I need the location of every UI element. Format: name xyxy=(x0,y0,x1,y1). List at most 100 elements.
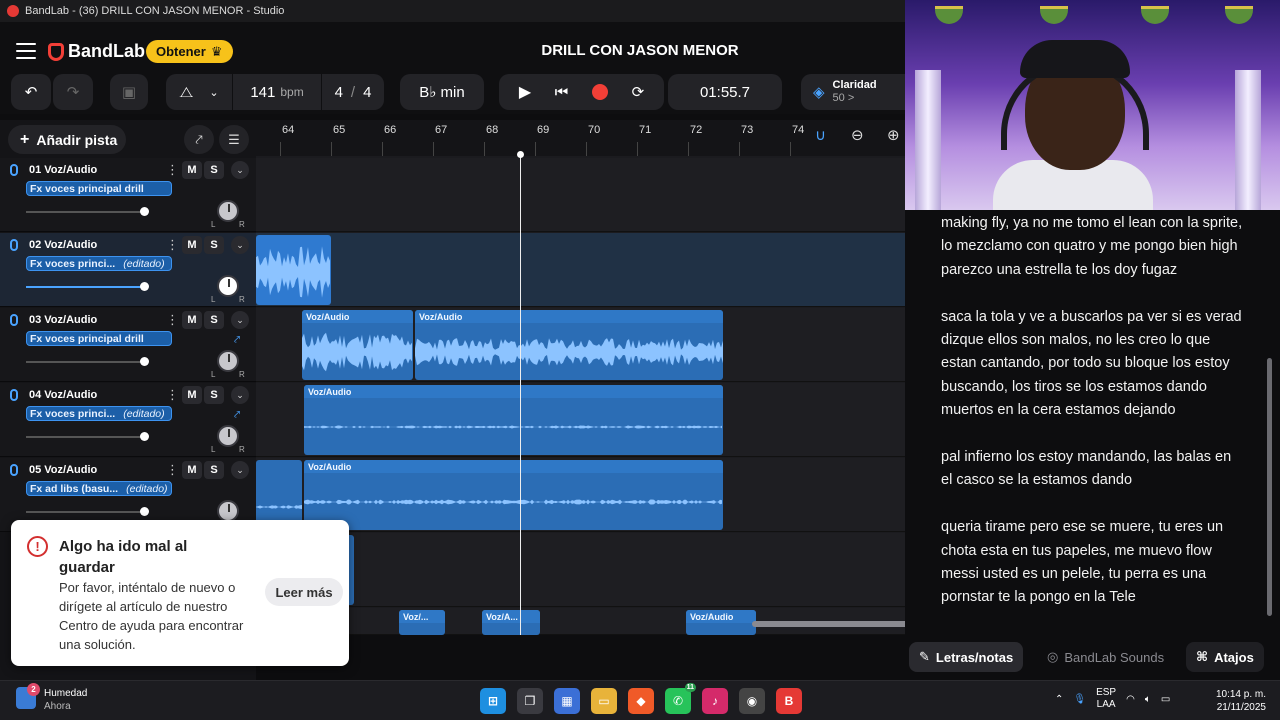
fx-preset-chip[interactable]: Fx voces princi... (editado) xyxy=(26,406,172,421)
time-signature-field[interactable]: 4 / 4 xyxy=(322,74,384,110)
fx-preset-chip[interactable]: Fx voces principal drill xyxy=(26,181,172,196)
microphone-icon[interactable]: 🎙︎ xyxy=(1073,694,1086,705)
audio-clip[interactable]: Voz/A... xyxy=(482,610,540,635)
volume-slider[interactable] xyxy=(26,361,144,363)
track-name[interactable]: 04 Voz/Audio xyxy=(29,389,97,401)
audio-clip[interactable]: Voz/... xyxy=(399,610,445,635)
volume-icon[interactable]: 🔈︎ xyxy=(1145,694,1151,705)
bpm-field[interactable]: 141 bpm xyxy=(233,74,321,110)
link-icon[interactable]: ⤤ xyxy=(234,409,240,422)
tab-bandlab-sounds[interactable]: ◎ BandLab Sounds xyxy=(1037,642,1174,672)
pan-knob[interactable] xyxy=(217,500,239,522)
clock[interactable]: 10:14 p. m. 21/11/2025 xyxy=(1206,688,1266,714)
track-lane[interactable] xyxy=(256,533,905,607)
track-name[interactable]: 05 Voz/Audio xyxy=(29,464,97,476)
mute-button[interactable]: M xyxy=(182,461,202,479)
mute-button[interactable]: M xyxy=(182,386,202,404)
solo-button[interactable]: S xyxy=(204,386,224,404)
zoom-in-icon[interactable]: ⊕ xyxy=(887,126,900,144)
language-indicator[interactable]: ESP LAA xyxy=(1096,687,1116,711)
track-header[interactable]: 03 Voz/Audio ⋮ M S ⌄ Fx voces principal drill… xyxy=(0,308,256,382)
more-options-icon[interactable]: ⋮ xyxy=(166,312,179,328)
file-explorer-icon[interactable]: ▭ xyxy=(591,688,617,714)
zoom-out-icon[interactable]: ⊖ xyxy=(851,126,864,144)
battery-icon[interactable]: ▭ xyxy=(1161,694,1170,705)
pan-knob[interactable] xyxy=(217,425,239,447)
chevron-down-icon[interactable]: ⌄ xyxy=(231,461,249,479)
track-header[interactable]: 02 Voz/Audio ⋮ M S ⌄ Fx voces princi... (edita… xyxy=(0,233,256,307)
pan-knob[interactable] xyxy=(217,275,239,297)
audio-clip[interactable]: Voz/Audio xyxy=(415,310,723,380)
claridad-button[interactable]: ◈ Claridad 50 > xyxy=(801,74,905,110)
track-lane[interactable] xyxy=(256,158,905,232)
audio-clip[interactable]: Voz/Audio xyxy=(302,310,413,380)
playhead[interactable] xyxy=(520,152,521,635)
bandlab-taskbar-icon[interactable]: B xyxy=(776,688,802,714)
volume-slider-handle[interactable] xyxy=(140,207,149,216)
add-track-button[interactable]: + Añadir pista xyxy=(8,125,126,154)
snap-magnet-icon[interactable]: ∪ xyxy=(815,126,826,144)
obs-icon[interactable]: ◉ xyxy=(739,688,765,714)
metronome-button[interactable]: ⧍ ⌄ xyxy=(166,74,232,110)
obtener-button[interactable]: Obtener ♛ xyxy=(146,40,233,63)
store-icon[interactable]: ▦ xyxy=(554,688,580,714)
volume-slider[interactable] xyxy=(26,211,144,213)
lyrics-paragraph[interactable]: saca la tola y ve a buscarlos pa ver si … xyxy=(941,306,1246,423)
playhead-handle[interactable] xyxy=(517,151,524,158)
microphone-icon[interactable] xyxy=(10,164,18,176)
play-icon[interactable]: ▶ xyxy=(519,82,531,102)
tab-atajos[interactable]: ⌘ Atajos xyxy=(1186,642,1264,672)
audio-clip[interactable]: Voz/Audio xyxy=(304,385,723,455)
task-view-icon[interactable]: ❐ xyxy=(517,688,543,714)
weather-widget[interactable]: 2 Humedad Ahora xyxy=(16,683,87,713)
track-lane[interactable] xyxy=(256,233,905,307)
more-options-icon[interactable]: ⋮ xyxy=(166,237,179,253)
lyrics-text[interactable]: making fly, ya no me tomo el lean con la… xyxy=(941,212,1246,633)
chevron-down-icon[interactable]: ⌄ xyxy=(231,161,249,179)
loop-icon[interactable]: ⟳ xyxy=(632,83,645,101)
lyrics-paragraph[interactable]: making fly, ya no me tomo el lean con la… xyxy=(941,212,1246,282)
record-icon[interactable] xyxy=(591,84,608,100)
pan-knob[interactable] xyxy=(217,200,239,222)
song-title[interactable]: DRILL CON JASON MENOR xyxy=(530,42,750,59)
volume-slider[interactable] xyxy=(26,436,144,438)
track-lane[interactable]: Voz/Audio xyxy=(256,383,905,457)
timeline-ruler[interactable]: ∪ ⊖ ⊕ 64 65 66 67 68 69 70 71 72 73 74 xyxy=(256,120,905,156)
lyrics-scrollbar[interactable] xyxy=(1267,358,1272,616)
redo-button[interactable]: ↷ xyxy=(53,74,93,110)
horizontal-scrollbar[interactable] xyxy=(752,621,905,627)
volume-slider-handle[interactable] xyxy=(140,507,149,516)
arranger[interactable]: ∪ ⊖ ⊕ 64 65 66 67 68 69 70 71 72 73 74 Voz/Audio V… xyxy=(256,120,905,635)
audio-clip[interactable]: Voz/Audio xyxy=(686,610,756,635)
microphone-icon[interactable] xyxy=(10,389,18,401)
chevron-up-icon[interactable]: ⌃ xyxy=(1055,694,1063,705)
microphone-icon[interactable] xyxy=(10,464,18,476)
undo-button[interactable]: ↶ xyxy=(11,74,51,110)
track-name[interactable]: 02 Voz/Audio xyxy=(29,239,97,251)
solo-button[interactable]: S xyxy=(204,311,224,329)
volume-slider[interactable] xyxy=(26,511,144,513)
track-header[interactable]: 01 Voz/Audio ⋮ M S ⌄ Fx voces principal drill… xyxy=(0,158,256,232)
track-settings-button[interactable]: ☰ xyxy=(219,125,249,154)
audio-clip[interactable]: Voz/Audio xyxy=(304,460,723,530)
track-lane[interactable]: Voz/Audio xyxy=(256,458,905,532)
volume-slider-handle[interactable] xyxy=(140,357,149,366)
bandlab-logo[interactable]: BandLab xyxy=(48,41,145,62)
link-icon[interactable]: ⤤ xyxy=(234,334,240,347)
automation-button[interactable]: ⤤ xyxy=(184,125,214,154)
volume-slider-handle[interactable] xyxy=(140,432,149,441)
windows-start-icon[interactable]: ⊞ xyxy=(480,688,506,714)
fx-preset-chip[interactable]: Fx voces princi... (editado) xyxy=(26,256,172,271)
more-options-icon[interactable]: ⋮ xyxy=(166,162,179,178)
volume-slider-handle[interactable] xyxy=(140,282,149,291)
skip-back-icon[interactable]: ⏮ xyxy=(555,84,569,101)
chevron-down-icon[interactable]: ⌄ xyxy=(231,386,249,404)
track-name[interactable]: 03 Voz/Audio xyxy=(29,314,97,326)
mute-button[interactable]: M xyxy=(182,236,202,254)
solo-button[interactable]: S xyxy=(204,236,224,254)
volume-slider[interactable] xyxy=(26,286,144,288)
tiktok-icon[interactable]: ♪ xyxy=(702,688,728,714)
brave-browser-icon[interactable]: ◆ xyxy=(628,688,654,714)
wifi-icon[interactable]: ◠ xyxy=(1126,694,1135,705)
more-options-icon[interactable]: ⋮ xyxy=(166,387,179,403)
